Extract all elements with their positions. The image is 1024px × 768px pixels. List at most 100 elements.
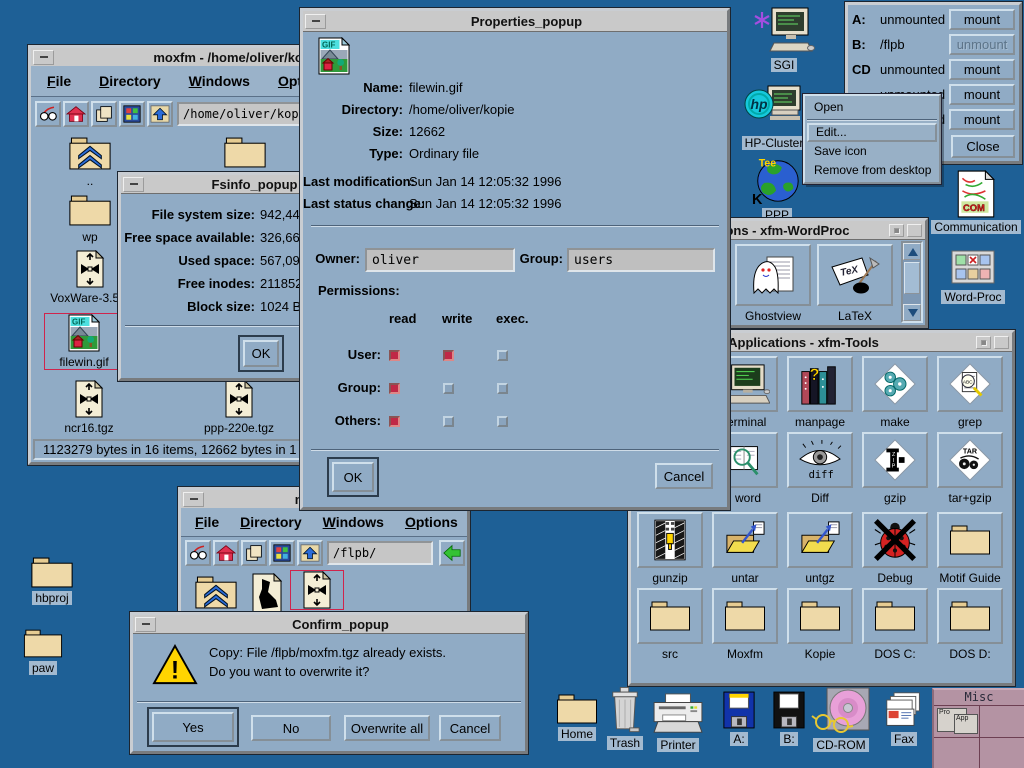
title-bar[interactable]: Confirm_popup	[133, 615, 525, 634]
perm-checkbox[interactable]	[443, 383, 454, 394]
app-button-dos-c-[interactable]	[862, 588, 928, 644]
cancel-button[interactable]: Cancel	[655, 463, 713, 489]
window-menu-button[interactable]	[976, 336, 991, 349]
app-button-make[interactable]	[862, 356, 928, 412]
mount-toggle-button[interactable]: mount	[949, 84, 1015, 105]
window-menu-button[interactable]	[889, 224, 904, 237]
menu-options[interactable]: Options	[405, 514, 458, 530]
file-item[interactable]	[291, 571, 343, 609]
app-button-gunzip[interactable]	[637, 512, 703, 568]
app-button-src[interactable]	[637, 588, 703, 644]
perm-checkbox[interactable]	[443, 350, 454, 361]
menu-item-open[interactable]: Open	[807, 98, 937, 117]
desktop-icon-paw[interactable]: paw	[8, 628, 78, 675]
copy-button[interactable]	[91, 101, 117, 127]
file-item[interactable]	[189, 575, 243, 610]
app-button-diff[interactable]: diff	[787, 432, 853, 488]
misc-pager-panel[interactable]: Misc Pro App	[932, 688, 1024, 768]
desktop-icon-cdrom[interactable]: CD-ROM	[806, 686, 876, 752]
up-directory-button[interactable]	[297, 540, 323, 566]
scrollbar[interactable]	[901, 241, 923, 323]
app-button-dos-d-[interactable]	[937, 588, 1003, 644]
app-button-ghostview[interactable]	[735, 244, 811, 306]
file-item[interactable]: ppp-220e.tgz	[191, 380, 287, 435]
desktop-icon-floppy-a[interactable]: A:	[718, 690, 760, 746]
file-item[interactable]: ..	[60, 136, 120, 188]
desktop-icon-sgi[interactable]: SGI	[742, 6, 826, 72]
scrollbar-thumb[interactable]	[904, 262, 920, 294]
file-item[interactable]: GIFfilewin.gif	[45, 314, 123, 369]
desktop-icon-ppp[interactable]: KTee PPP	[742, 154, 812, 222]
menu-directory[interactable]: Directory	[240, 514, 301, 530]
home-button[interactable]	[63, 101, 89, 127]
menu-windows[interactable]: Windows	[189, 73, 250, 89]
find-button[interactable]	[35, 101, 61, 127]
minimize-button[interactable]	[123, 177, 144, 192]
file-item[interactable]: ncr16.tgz	[49, 380, 129, 435]
desktop-icon-trash[interactable]: Trash	[598, 686, 652, 750]
maximize-button[interactable]	[907, 224, 922, 237]
app-button-debug[interactable]	[862, 512, 928, 568]
cancel-button[interactable]: Cancel	[439, 715, 501, 741]
no-button[interactable]: No	[251, 715, 331, 741]
perm-checkbox[interactable]	[389, 416, 400, 427]
windows-button[interactable]	[269, 540, 295, 566]
minimize-button[interactable]	[135, 617, 156, 632]
app-button-latex[interactable]: TeX	[817, 244, 893, 306]
desktop-icon-hbproj[interactable]: hbproj	[12, 556, 92, 605]
pager-grid[interactable]: Pro App	[934, 706, 1024, 768]
path-input[interactable]: /flpb/	[327, 541, 433, 565]
app-button-untgz[interactable]	[787, 512, 853, 568]
perm-checkbox[interactable]	[497, 350, 508, 361]
file-item[interactable]	[247, 573, 287, 613]
app-button-motif-guide[interactable]	[937, 512, 1003, 568]
perm-checkbox[interactable]	[389, 383, 400, 394]
menu-item-edit-[interactable]: Edit...	[807, 123, 937, 142]
go-up-button[interactable]	[439, 540, 465, 566]
perm-checkbox[interactable]	[497, 416, 508, 427]
ok-button[interactable]: OK	[332, 462, 374, 492]
scroll-down-arrow[interactable]	[903, 304, 921, 321]
pager-mini-window[interactable]: App	[954, 714, 978, 734]
mount-toggle-button[interactable]: unmount	[949, 34, 1015, 55]
up-directory-button[interactable]	[147, 101, 173, 127]
close-button[interactable]: Close	[951, 135, 1015, 158]
desktop-icon-floppy-b[interactable]: B:	[768, 690, 810, 746]
mount-toggle-button[interactable]: mount	[949, 59, 1015, 80]
minimize-button[interactable]	[183, 492, 204, 507]
menu-item-save-icon[interactable]: Save icon	[807, 142, 937, 161]
app-button-grep[interactable]: ABC	[937, 356, 1003, 412]
desktop-icon-communication[interactable]: COM Communication	[930, 170, 1022, 234]
desktop-icon-word-proc[interactable]: Word-Proc	[935, 246, 1011, 304]
maximize-button[interactable]	[994, 336, 1009, 349]
copy-button[interactable]	[241, 540, 267, 566]
find-button[interactable]	[185, 540, 211, 566]
perm-checkbox[interactable]	[389, 350, 400, 361]
windows-button[interactable]	[119, 101, 145, 127]
desktop-icon-fax[interactable]: Fax	[882, 690, 926, 746]
app-button-manpage[interactable]: ?	[787, 356, 853, 412]
overwrite-all-button[interactable]: Overwrite all	[344, 715, 430, 741]
app-button-gzip[interactable]: ZIP	[862, 432, 928, 488]
ok-button[interactable]: OK	[243, 340, 279, 367]
mount-toggle-button[interactable]: mount	[949, 9, 1015, 30]
home-button[interactable]	[213, 540, 239, 566]
menu-windows[interactable]: Windows	[323, 514, 384, 530]
perm-checkbox[interactable]	[497, 383, 508, 394]
file-item[interactable]: wp	[60, 194, 120, 244]
minimize-button[interactable]	[33, 50, 54, 65]
perm-checkbox[interactable]	[443, 416, 454, 427]
menu-file[interactable]: File	[195, 514, 219, 530]
file-item[interactable]	[215, 136, 275, 169]
menu-item-remove-from-desktop[interactable]: Remove from desktop	[807, 161, 937, 180]
menu-directory[interactable]: Directory	[99, 73, 160, 89]
app-button-kopie[interactable]	[787, 588, 853, 644]
yes-button[interactable]: Yes	[152, 712, 234, 742]
menu-file[interactable]: File	[47, 73, 71, 89]
scroll-up-arrow[interactable]	[903, 243, 921, 260]
app-button-untar[interactable]	[712, 512, 778, 568]
app-button-tar-gzip[interactable]: TAR	[937, 432, 1003, 488]
mount-toggle-button[interactable]: mount	[949, 109, 1015, 130]
desktop-icon-printer[interactable]: Printer	[645, 692, 711, 752]
app-button-moxfm[interactable]	[712, 588, 778, 644]
